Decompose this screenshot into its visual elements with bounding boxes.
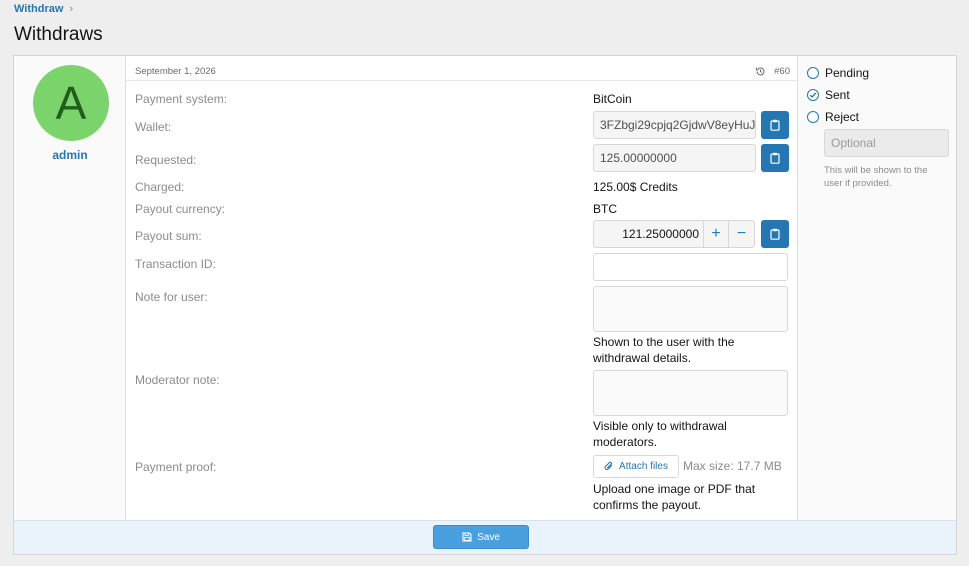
withdraw-panel: A admin September 1, 2026 #60 Payment sy… (13, 55, 957, 555)
status-sent-label: Sent (825, 88, 850, 102)
paperclip-icon (604, 461, 613, 471)
reject-reason-hint: This will be shown to the user if provid… (824, 165, 928, 189)
payout-sum-stepper: 121.25000000 + − (593, 220, 755, 248)
username-link[interactable]: admin (14, 148, 126, 162)
clipboard-icon (770, 119, 780, 131)
clipboard-icon (770, 228, 780, 240)
max-size-text: Max size: 17.7 MB (683, 459, 782, 473)
moderator-note-hint: Visible only to withdrawal moderators. (593, 419, 727, 449)
status-pending-label: Pending (825, 66, 870, 80)
transaction-id-label: Transaction ID: (135, 257, 216, 271)
status-reject-label: Reject (825, 110, 860, 124)
attach-files-button[interactable]: Attach files (593, 455, 679, 478)
copy-payout-sum-button[interactable] (761, 220, 789, 248)
moderator-note-label: Moderator note: (135, 373, 220, 387)
status-option-pending[interactable]: Pending (807, 66, 869, 80)
history-icon[interactable] (755, 66, 766, 77)
payout-currency-value: BTC (593, 202, 617, 216)
divider (126, 80, 797, 81)
payout-sum-label: Payout sum: (135, 229, 202, 243)
breadcrumb: Withdraw › (14, 3, 73, 15)
increment-button[interactable]: + (704, 221, 729, 247)
clipboard-icon (770, 152, 780, 164)
radio-unchecked-icon[interactable] (807, 111, 819, 123)
note-for-user-textarea[interactable] (593, 286, 788, 332)
withdraw-date: September 1, 2026 (135, 66, 216, 77)
status-option-sent[interactable]: Sent (807, 88, 850, 102)
status-column: Pending Sent Reject Optional This will b… (797, 56, 956, 520)
withdraw-details: September 1, 2026 #60 Payment system: Bi… (126, 56, 797, 520)
requested-field[interactable]: 125.00000000 (593, 144, 756, 172)
breadcrumb-link-withdraw[interactable]: Withdraw (14, 3, 63, 15)
payout-currency-label: Payout currency: (135, 202, 226, 216)
radio-checked-icon[interactable] (807, 89, 819, 101)
payment-proof-label: Payment proof: (135, 460, 217, 474)
note-for-user-hint: Shown to the user with the withdrawal de… (593, 335, 735, 365)
avatar[interactable]: A (33, 65, 109, 141)
requested-label: Requested: (135, 153, 197, 167)
charged-label: Charged: (135, 180, 185, 194)
withdraw-id[interactable]: #60 (774, 66, 790, 77)
save-button[interactable]: Save (433, 525, 529, 549)
user-column: A admin (14, 56, 126, 520)
wallet-label: Wallet: (135, 120, 172, 134)
note-for-user-label: Note for user: (135, 290, 208, 304)
page-title: Withdraws (14, 24, 103, 45)
payout-sum-input[interactable]: 121.25000000 (594, 221, 704, 247)
form-footer: Save (14, 520, 956, 554)
save-label: Save (477, 531, 500, 543)
payment-system-value: BitCoin (593, 92, 632, 106)
radio-unchecked-icon[interactable] (807, 67, 819, 79)
wallet-field[interactable]: 3FZbgi29cpjq2GjdwV8eyHuJJnkLtktZc5 (593, 111, 756, 139)
chevron-right-icon: › (69, 3, 74, 15)
attach-files-label: Attach files (619, 461, 668, 472)
transaction-id-field[interactable] (593, 253, 788, 281)
copy-requested-button[interactable] (761, 144, 789, 172)
charged-value: 125.00$ Credits (593, 180, 678, 194)
status-option-reject[interactable]: Reject (807, 110, 859, 124)
payment-system-label: Payment system: (135, 92, 228, 106)
meta-bar: September 1, 2026 #60 (135, 66, 790, 80)
save-icon (462, 532, 472, 542)
reject-reason-input[interactable]: Optional (824, 129, 949, 157)
decrement-button[interactable]: − (729, 221, 754, 247)
payment-proof-hint: Upload one image or PDF that confirms th… (593, 482, 756, 512)
copy-wallet-button[interactable] (761, 111, 789, 139)
moderator-note-textarea[interactable] (593, 370, 788, 416)
